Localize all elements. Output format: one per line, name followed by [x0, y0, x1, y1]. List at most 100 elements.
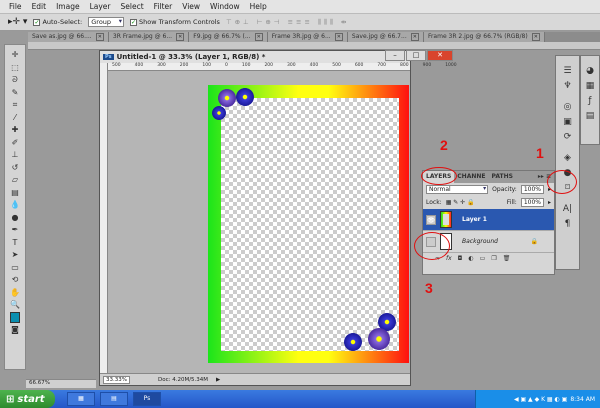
brush-tool-icon[interactable]: ✐ — [12, 137, 19, 149]
color-icon[interactable]: ◕ — [586, 66, 594, 76]
menu-filter[interactable]: Filter — [149, 2, 178, 11]
3d-tool-icon[interactable]: ⟲ — [12, 274, 19, 286]
auto-select-dropdown[interactable]: Group — [88, 17, 125, 27]
marquee-tool-icon[interactable]: ⬚ — [11, 62, 19, 74]
stamp-tool-icon[interactable]: ⊥ — [12, 149, 19, 161]
photoshop-icon: Ps — [103, 54, 114, 60]
show-transform-label: Show Transform Controls — [139, 18, 220, 26]
layers-dock-icon[interactable]: ◈ — [564, 153, 571, 163]
annotation-3: 3 — [425, 280, 433, 296]
healing-tool-icon[interactable]: ✚ — [12, 124, 19, 136]
shape-tool-icon[interactable]: ▭ — [11, 262, 19, 274]
group-icon[interactable]: ▭ — [480, 255, 486, 262]
doc-tab[interactable]: Save as.jpg @ 66.... ✕ — [28, 32, 109, 42]
menu-image[interactable]: Image — [51, 2, 85, 11]
layer-row-layer-1[interactable]: 👁 Layer 1 — [423, 209, 554, 231]
auto-select-checkbox[interactable]: ✓ Auto-Select: — [33, 18, 82, 26]
type-tool-icon[interactable]: T — [13, 237, 18, 249]
hand-tool-icon[interactable]: ✋ — [10, 287, 20, 299]
styles-icon[interactable]: ƒ — [588, 96, 591, 106]
gradient-tool-icon[interactable]: ▤ — [11, 187, 19, 199]
crop-tool-icon[interactable]: ⌗ — [13, 99, 18, 111]
close-button[interactable]: ✕ — [427, 50, 453, 61]
masks-icon[interactable]: ♆ — [563, 81, 571, 91]
minimize-button[interactable]: – — [385, 50, 405, 61]
doc-size-info[interactable]: Doc: 4.20M/5.34M — [158, 377, 208, 383]
lasso-tool-icon[interactable]: ᘐ — [12, 74, 18, 86]
move-tool-icon[interactable]: ▸✛ ▾ — [8, 17, 27, 27]
document-tabs: Save as.jpg @ 66.... ✕ 3R Frame.jpg @ 6..… — [28, 32, 600, 42]
info-icon[interactable]: ▣ — [563, 117, 572, 127]
transparent-area — [221, 98, 399, 351]
document-title-bar[interactable]: Ps Untitled-1 @ 33.3% (Layer 1, RGB/8) * — [100, 51, 410, 63]
navigator-icon[interactable]: ◎ — [564, 102, 572, 112]
quick-mask-icon[interactable]: ◙ — [11, 324, 19, 336]
maximize-button[interactable]: □ — [406, 50, 426, 61]
align-icons[interactable]: ⊤⊕⊥ ⊢⊕⊣ ≡≡≡ ⫼⫼⫼ ⇹ — [226, 18, 350, 27]
swatches-icon[interactable]: ▦ — [586, 81, 595, 91]
auto-select-label: Auto-Select: — [42, 18, 83, 26]
close-icon: ✕ — [176, 33, 185, 41]
lock-icons[interactable]: ▦ ✎ ✛ 🔒 — [446, 199, 475, 206]
close-icon: ✕ — [410, 33, 419, 41]
trash-icon[interactable]: 🗑 — [503, 255, 511, 262]
panel-dock: ☰ ♆ ◎ ▣ ⟳ ◈ ● ⌑ A| ¶ — [555, 55, 580, 270]
fill-input[interactable]: 100% — [520, 198, 544, 207]
window-controls: – □ ✕ — [385, 50, 453, 61]
doc-tab[interactable]: Frame 3R 2.jpg @ 66.7% (RGB/8) ✕ — [423, 32, 545, 42]
menu-file[interactable]: File — [4, 2, 27, 11]
fx-icon[interactable]: fx — [446, 255, 452, 262]
flower-decoration — [368, 328, 390, 350]
history-brush-icon[interactable]: ↺ — [12, 162, 19, 174]
eraser-tool-icon[interactable]: ▱ — [12, 174, 18, 186]
blend-mode-dropdown[interactable]: Normal — [426, 185, 489, 194]
tray-icons[interactable]: ◀ ▣ ▲ ◆ K ▦ ◐ ▣ — [514, 396, 567, 403]
tab-channels[interactable]: CHANNE — [454, 171, 488, 183]
start-button[interactable]: ⊞ start — [0, 390, 55, 408]
canvas-image[interactable] — [208, 85, 409, 363]
pen-tool-icon[interactable]: ✒ — [12, 224, 19, 236]
history-icon[interactable]: ⟳ — [564, 132, 572, 142]
new-layer-icon[interactable]: ❐ — [491, 255, 496, 262]
actions-icon[interactable]: ▤ — [586, 111, 595, 121]
quick-select-tool-icon[interactable]: ✎ — [12, 87, 19, 99]
dodge-tool-icon[interactable]: ● — [12, 212, 19, 224]
show-transform-checkbox[interactable]: ✓ Show Transform Controls — [130, 18, 220, 26]
zoom-field[interactable]: 33.33% — [103, 375, 130, 384]
menu-select[interactable]: Select — [116, 2, 149, 11]
eyedropper-tool-icon[interactable]: ⁄ — [14, 112, 15, 124]
taskbar-app-button[interactable]: ▤ — [100, 392, 128, 406]
menu-edit[interactable]: Edit — [27, 2, 52, 11]
menu-view[interactable]: View — [177, 2, 205, 11]
adjustment-icon[interactable]: ◐ — [468, 255, 473, 262]
menu-help[interactable]: Help — [245, 2, 272, 11]
character-icon[interactable]: A| — [563, 204, 572, 214]
zoom-tool-icon[interactable]: 🔍 — [10, 299, 20, 311]
move-tool-icon[interactable]: ✛ — [12, 49, 19, 61]
visibility-eye-icon[interactable]: 👁 — [426, 214, 436, 225]
close-icon: ✕ — [95, 33, 104, 41]
doc-tab[interactable]: Frame 3R.jpg @ 6... ✕ — [267, 32, 348, 42]
mask-icon[interactable]: ◘ — [458, 255, 463, 262]
lock-label: Lock: — [426, 199, 442, 206]
vertical-ruler — [100, 63, 108, 373]
path-select-tool-icon[interactable]: ➤ — [12, 249, 19, 261]
tab-paths[interactable]: PATHS — [489, 171, 516, 183]
taskbar: ⊞ start ▦ ▤ Ps ◀ ▣ ▲ ◆ K ▦ ◐ ▣ 8:34 AM — [0, 390, 600, 408]
menu-window[interactable]: Window — [205, 2, 245, 11]
doc-tab[interactable]: Save.jpg @ 66.7... ✕ — [347, 32, 424, 42]
adjustments-icon[interactable]: ☰ — [563, 66, 571, 76]
blur-tool-icon[interactable]: 💧 — [10, 199, 20, 211]
background-doc-zoom: 66.67% — [26, 379, 96, 388]
doc-tab[interactable]: 3R Frame.jpg @ 6... ✕ — [108, 32, 190, 42]
menu-layer[interactable]: Layer — [85, 2, 116, 11]
foreground-color-swatch[interactable] — [10, 311, 20, 323]
opacity-input[interactable]: 100% — [520, 185, 544, 194]
status-menu-arrow-icon[interactable]: ▶ — [216, 377, 220, 383]
paragraph-icon[interactable]: ¶ — [565, 219, 571, 229]
taskbar-photoshop-button[interactable]: Ps — [133, 392, 161, 406]
flower-decoration — [218, 89, 236, 107]
doc-tab[interactable]: F9.jpg @ 66.7% (... ✕ — [189, 32, 268, 42]
fill-arrow-icon[interactable]: ▸ — [548, 199, 551, 206]
taskbar-app-button[interactable]: ▦ — [67, 392, 95, 406]
